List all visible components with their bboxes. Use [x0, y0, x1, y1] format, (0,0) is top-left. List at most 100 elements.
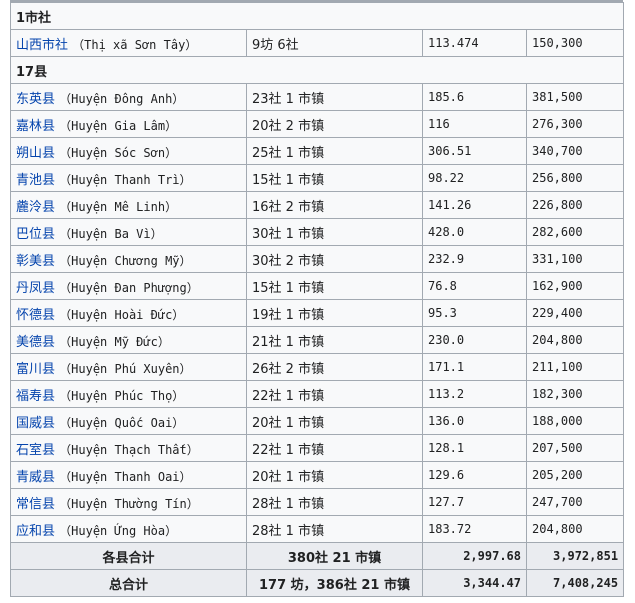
district-link[interactable]: 青池县 [16, 173, 55, 188]
district-link[interactable]: 青威县 [16, 470, 55, 485]
total-area: 3,344.47 [422, 569, 527, 597]
district-link[interactable]: 常信县 [16, 497, 55, 512]
area-cell: 232.9 [422, 245, 527, 273]
district-link[interactable]: 福寿县 [16, 389, 55, 404]
district-name-cell: 朔山县 （Huyện Sóc Sơn） [10, 137, 247, 165]
section-header-row: 1市社 [9, 2, 625, 30]
total-population: 7,408,245 [525, 569, 625, 597]
vietnamese-name: （Huyện Phú Xuyên） [59, 361, 192, 376]
total-subdivisions: 177 坊，386社 21 市镇 [246, 569, 423, 597]
population-cell: 226,800 [525, 191, 625, 219]
subdivision-text: 26社 2 市镇 [252, 361, 325, 377]
table-row: 富川县 （Huyện Phú Xuyên） 26社 2 市镇 171.1 211,10… [10, 353, 625, 381]
district-name-cell: 富川县 （Huyện Phú Xuyên） [10, 353, 247, 381]
subdivision-text: 21社 1 市镇 [252, 334, 325, 350]
subdivision-text: 15社 1 市镇 [252, 172, 325, 188]
area-cell: 183.72 [422, 515, 527, 543]
area-cell: 98.22 [422, 164, 527, 192]
subtotal-row: 各县合计 380社 21 市镇 2,997.68 3,972,851 [10, 542, 625, 570]
section-header: 1市社 [9, 2, 625, 30]
district-link[interactable]: 富川县 [16, 362, 55, 377]
area-cell: 141.26 [422, 191, 527, 219]
table-row: 美德县 （Huyện Mỹ Đức） 21社 1 市镇 230.0 204,800 [10, 326, 625, 354]
district-name-cell: 彰美县 （Huyện Chương Mỹ） [10, 245, 247, 273]
district-name-cell: 青池县 （Huyện Thanh Trì） [10, 164, 247, 192]
subdivision-text: 25社 1 市镇 [252, 145, 325, 161]
district-link[interactable]: 巴位县 [16, 227, 55, 242]
district-link[interactable]: 国威县 [16, 416, 55, 431]
district-link[interactable]: 石室县 [16, 443, 55, 458]
table-row: 国威县 （Huyện Quốc Oai） 20社 1 市镇 136.0 188,000 [10, 407, 625, 435]
vietnamese-name: （Huyện Gia Lâm） [59, 118, 178, 133]
area-cell: 136.0 [422, 407, 527, 435]
area-cell: 128.1 [422, 434, 527, 462]
district-link[interactable]: 怀德县 [16, 308, 55, 323]
subdivision-cell: 16社 2 市镇 [246, 191, 423, 219]
subdivision-cell: 26社 2 市镇 [246, 353, 423, 381]
vietnamese-name: （Huyện Thường Tín） [59, 496, 199, 511]
district-link[interactable]: 山西市社 [16, 38, 68, 53]
vietnamese-name: （Huyện Thạch Thất） [59, 442, 199, 457]
district-link[interactable]: 美德县 [16, 335, 55, 350]
population-cell: 331,100 [525, 245, 625, 273]
district-link[interactable]: 东英县 [16, 92, 55, 107]
subtotal-subdivisions: 380社 21 市镇 [246, 542, 423, 570]
district-link[interactable]: 朔山县 [16, 146, 55, 161]
area-cell: 171.1 [422, 353, 527, 381]
area-cell: 230.0 [422, 326, 527, 354]
district-link[interactable]: 丹凤县 [16, 281, 55, 296]
table-row: 常信县 （Huyện Thường Tín） 28社 1 市镇 127.7 247,7… [10, 488, 625, 516]
subtotal-area: 2,997.68 [422, 542, 527, 570]
population-cell: 229,400 [525, 299, 625, 327]
table-row: 丹凤县 （Huyện Đan Phượng） 15社 1 市镇 76.8 162,90… [10, 272, 625, 300]
subdivision-cell: 20社 1 市镇 [246, 407, 423, 435]
district-name-cell: 应和县 （Huyện Ứng Hòa） [10, 515, 247, 543]
population-cell: 211,100 [525, 353, 625, 381]
district-link[interactable]: 麊泠县 [16, 200, 55, 215]
table-row: 怀德县 （Huyện Hoài Đức） 19社 1 市镇 95.3 229,400 [10, 299, 625, 327]
district-link[interactable]: 应和县 [16, 524, 55, 539]
district-name-cell: 东英县 （Huyện Đông Anh） [10, 83, 247, 111]
district-name-cell: 巴位县 （Huyện Ba Vì） [10, 218, 247, 246]
subdivision-cell: 28社 1 市镇 [246, 488, 423, 516]
population-cell: 340,700 [525, 137, 625, 165]
area-cell: 306.51 [422, 137, 527, 165]
subdivision-cell: 20社 1 市镇 [246, 461, 423, 489]
vietnamese-name: （Huyện Phúc Thọ） [59, 388, 185, 403]
population-cell: 381,500 [525, 83, 625, 111]
subdivision-text: 16社 2 市镇 [252, 199, 325, 215]
district-link[interactable]: 彰美县 [16, 254, 55, 269]
section-header-row: 17县 [9, 56, 625, 84]
table-row: 石室县 （Huyện Thạch Thất） 22社 1 市镇 128.1 207,5… [10, 434, 625, 462]
subdivision-text: 20社 2 市镇 [252, 118, 325, 134]
population-cell: 207,500 [525, 434, 625, 462]
table-row: 巴位县 （Huyện Ba Vì） 30社 1 市镇 428.0 282,600 [10, 218, 625, 246]
district-link[interactable]: 嘉林县 [16, 119, 55, 134]
subdivision-cell: 21社 1 市镇 [246, 326, 423, 354]
subdivision-cell: 15社 1 市镇 [246, 272, 423, 300]
subdivision-cell: 30社 1 市镇 [246, 218, 423, 246]
area-cell: 185.6 [422, 83, 527, 111]
table-row: 朔山县 （Huyện Sóc Sơn） 25社 1 市镇 306.51 340,700 [10, 137, 625, 165]
area-cell: 116 [422, 110, 527, 138]
subdivision-cell: 28社 1 市镇 [246, 515, 423, 543]
subdivision-text: 19社 1 市镇 [252, 307, 325, 323]
subdivision-cell: 25社 1 市镇 [246, 137, 423, 165]
population-cell: 282,600 [525, 218, 625, 246]
table-row: 彰美县 （Huyện Chương Mỹ） 30社 2 市镇 232.9 331,10… [10, 245, 625, 273]
population-cell: 276,300 [525, 110, 625, 138]
table-row: 麊泠县 （Huyện Mê Linh） 16社 2 市镇 141.26 226,800 [10, 191, 625, 219]
vietnamese-name: （Huyện Hoài Đức） [59, 307, 185, 322]
subdivision-cell: 15社 1 市镇 [246, 164, 423, 192]
subdivision-cell: 22社 1 市镇 [246, 434, 423, 462]
subdivision-text: 20社 1 市镇 [252, 415, 325, 431]
vietnamese-name: （Huyện Thanh Trì） [59, 172, 192, 187]
population-cell: 188,000 [525, 407, 625, 435]
population-cell: 204,800 [525, 326, 625, 354]
area-cell: 113.2 [422, 380, 527, 408]
district-name-cell: 山西市社 （Thị xã Sơn Tây） [10, 29, 247, 57]
table-row: 应和县 （Huyện Ứng Hòa） 28社 1 市镇 183.72 204,800 [10, 515, 625, 543]
subdivision-cell: 9坊 6社 [246, 29, 423, 57]
vietnamese-name: （Huyện Sóc Sơn） [59, 145, 178, 160]
subdivision-cell: 19社 1 市镇 [246, 299, 423, 327]
